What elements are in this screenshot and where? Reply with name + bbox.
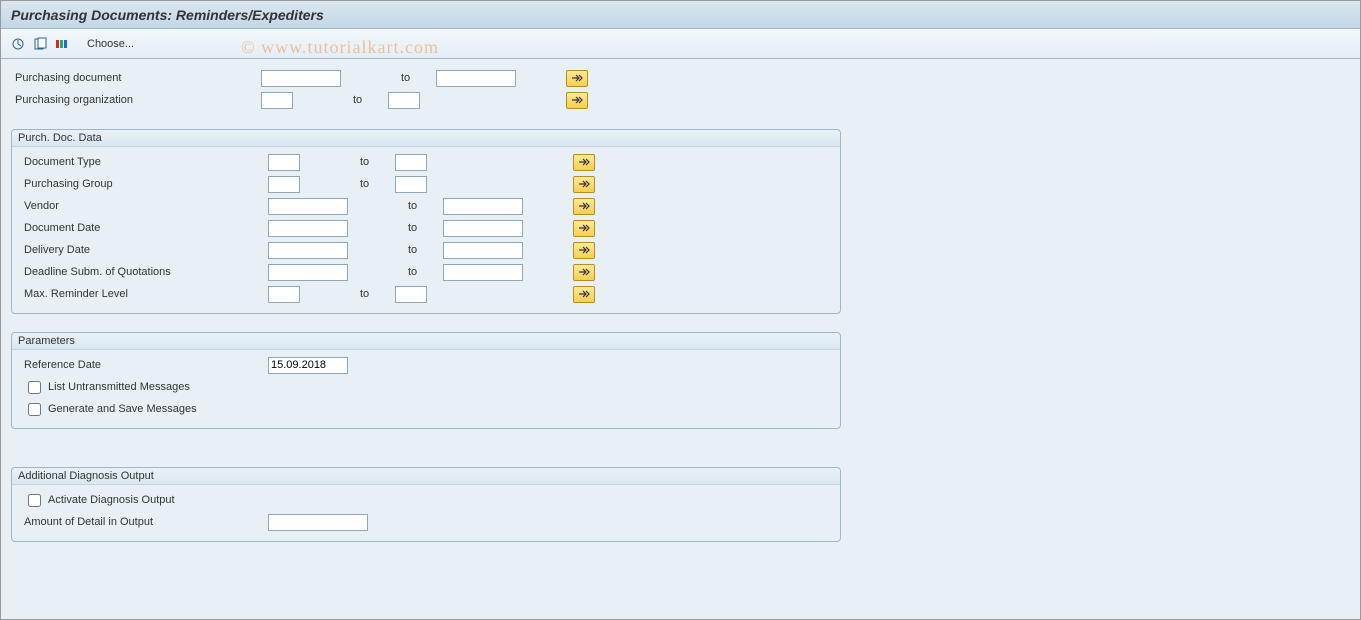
to-label: to [401, 72, 436, 84]
selection-row: Purchasing document to [11, 67, 1350, 89]
from-input[interactable] [268, 154, 300, 171]
field-label: Purchasing document [11, 72, 261, 84]
title-bar: Purchasing Documents: Reminders/Expedite… [1, 1, 1360, 29]
multiple-selection-button[interactable] [573, 198, 595, 215]
from-input[interactable] [261, 70, 341, 87]
field-label: Purchasing organization [11, 94, 261, 106]
from-input[interactable] [268, 176, 300, 193]
field-label: Vendor [18, 200, 268, 212]
from-input[interactable] [268, 286, 300, 303]
group-diagnosis: Additional Diagnosis Output Activate Dia… [11, 467, 841, 542]
to-label: to [408, 222, 443, 234]
selection-row: Delivery Date to [18, 239, 834, 261]
field-label: Max. Reminder Level [18, 288, 268, 300]
to-input[interactable] [388, 92, 420, 109]
to-label: to [408, 266, 443, 278]
content-area: Purchasing documenttoPurchasing organiza… [1, 59, 1360, 619]
multiple-selection-button[interactable] [573, 264, 595, 281]
list-untransmitted-checkbox[interactable] [28, 381, 41, 394]
multiple-selection-button[interactable] [573, 176, 595, 193]
to-input[interactable] [443, 198, 523, 215]
page-title: Purchasing Documents: Reminders/Expedite… [11, 7, 324, 23]
multiple-selection-button[interactable] [566, 70, 588, 87]
group-title: Purch. Doc. Data [12, 130, 840, 147]
multiple-selection-button[interactable] [573, 242, 595, 259]
group-parameters: Parameters Reference Date List Untransmi… [11, 332, 841, 429]
group-title: Additional Diagnosis Output [12, 468, 840, 485]
to-input[interactable] [443, 220, 523, 237]
to-input[interactable] [443, 264, 523, 281]
selection-row: Max. Reminder Level to [18, 283, 834, 305]
field-label: Deadline Subm. of Quotations [18, 266, 268, 278]
to-label: to [360, 288, 395, 300]
to-input[interactable] [443, 242, 523, 259]
selection-row: Purchasing organization to [11, 89, 1350, 111]
app-toolbar: Choose... [1, 29, 1360, 59]
detail-amount-input[interactable] [268, 514, 368, 531]
to-input[interactable] [395, 176, 427, 193]
generate-save-checkbox[interactable] [28, 403, 41, 416]
group-title: Parameters [12, 333, 840, 350]
generate-save-label: Generate and Save Messages [48, 403, 197, 415]
selection-options-icon[interactable] [53, 35, 71, 53]
to-label: to [353, 94, 388, 106]
to-input[interactable] [395, 154, 427, 171]
selection-row: Vendor to [18, 195, 834, 217]
reference-date-input[interactable] [268, 357, 348, 374]
detail-amount-label: Amount of Detail in Output [18, 516, 268, 528]
from-input[interactable] [268, 242, 348, 259]
field-label: Delivery Date [18, 244, 268, 256]
to-input[interactable] [395, 286, 427, 303]
execute-icon[interactable] [9, 35, 27, 53]
to-label: to [408, 200, 443, 212]
multiple-selection-button[interactable] [573, 154, 595, 171]
from-input[interactable] [268, 264, 348, 281]
selection-row: Document Type to [18, 151, 834, 173]
field-label: Document Type [18, 156, 268, 168]
to-input[interactable] [436, 70, 516, 87]
variant-icon[interactable] [31, 35, 49, 53]
reference-date-label: Reference Date [18, 359, 268, 371]
field-label: Document Date [18, 222, 268, 234]
to-label: to [408, 244, 443, 256]
selection-row: Document Date to [18, 217, 834, 239]
from-input[interactable] [268, 198, 348, 215]
selection-row: Purchasing Group to [18, 173, 834, 195]
multiple-selection-button[interactable] [566, 92, 588, 109]
to-label: to [360, 156, 395, 168]
group-purch-doc-data: Purch. Doc. Data Document TypetoPurchasi… [11, 129, 841, 314]
field-label: Purchasing Group [18, 178, 268, 190]
from-input[interactable] [261, 92, 293, 109]
from-input[interactable] [268, 220, 348, 237]
multiple-selection-button[interactable] [573, 286, 595, 303]
list-untransmitted-label: List Untransmitted Messages [48, 381, 190, 393]
choose-button[interactable]: Choose... [87, 38, 134, 50]
selection-row: Deadline Subm. of Quotations to [18, 261, 834, 283]
activate-diagnosis-checkbox[interactable] [28, 494, 41, 507]
activate-diagnosis-label: Activate Diagnosis Output [48, 494, 175, 506]
multiple-selection-button[interactable] [573, 220, 595, 237]
to-label: to [360, 178, 395, 190]
